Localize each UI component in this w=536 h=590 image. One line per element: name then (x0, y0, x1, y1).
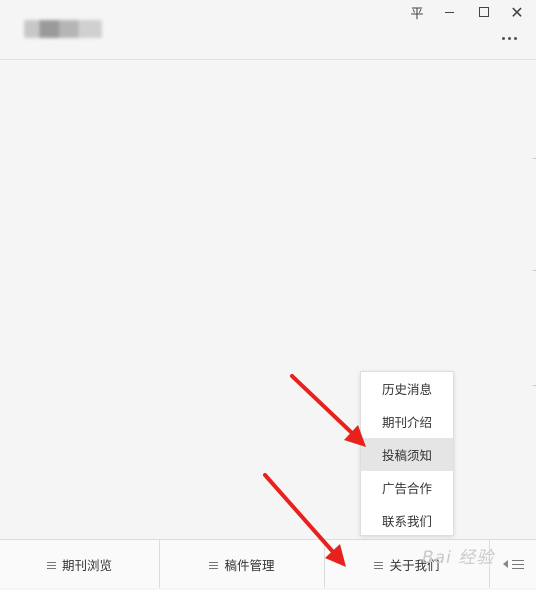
menu-item-submission-guidelines[interactable]: 投稿须知 (361, 438, 453, 471)
submenu-icon (209, 562, 219, 569)
keyboard-switch-button[interactable] (490, 540, 536, 588)
more-options-icon[interactable] (496, 28, 522, 48)
submenu-icon (374, 562, 384, 569)
window-header: 平 ✕ (0, 0, 536, 60)
close-icon[interactable]: ✕ (506, 2, 528, 22)
tab-label: 期刊浏览 (61, 557, 112, 573)
menu-item-journal-intro[interactable]: 期刊介绍 (361, 405, 453, 438)
menu-item-ad-cooperation[interactable]: 广告合作 (361, 471, 453, 504)
about-us-submenu: 历史消息 期刊介绍 投稿须知 广告合作 联系我们 (360, 371, 454, 536)
blurred-account-name (24, 20, 102, 38)
submenu-icon (46, 562, 56, 569)
keyboard-toggle-icon (502, 559, 524, 569)
minimize-icon[interactable] (438, 2, 460, 22)
pin-icon[interactable]: 平 (406, 2, 428, 22)
watermark: Bai 经验 (422, 548, 495, 568)
tab-journal-browse[interactable]: 期刊浏览 (0, 540, 160, 588)
content-area (0, 60, 536, 538)
tab-label: 稿件管理 (224, 557, 275, 573)
tab-manuscript-management[interactable]: 稿件管理 (160, 540, 325, 588)
menu-item-contact-us[interactable]: 联系我们 (361, 504, 453, 537)
maximize-icon[interactable] (473, 2, 495, 22)
menu-item-history-messages[interactable]: 历史消息 (361, 372, 453, 405)
